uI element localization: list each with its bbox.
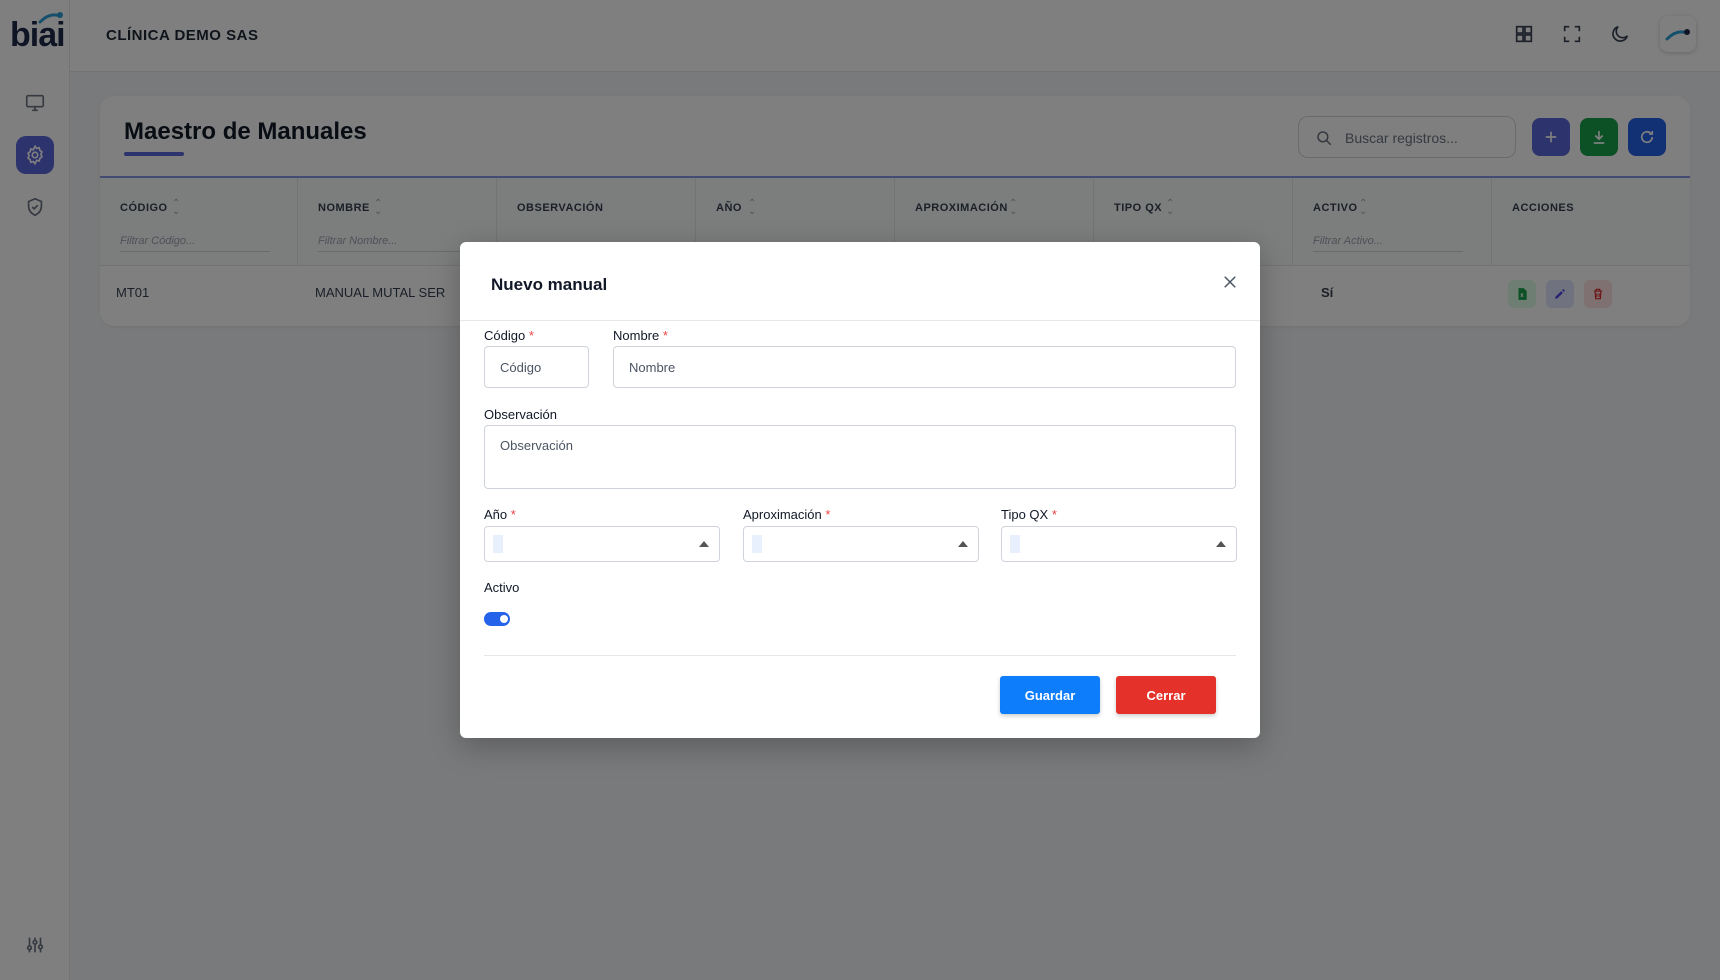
select-cursor <box>752 535 762 553</box>
nuevo-manual-dialog: Nuevo manual Código * Nombre * Observaci… <box>460 242 1260 738</box>
dialog-footer-separator <box>484 655 1236 656</box>
toggle-knob <box>500 615 508 623</box>
anio-select[interactable] <box>484 526 720 562</box>
dialog-header-separator <box>460 320 1260 321</box>
caret-up-icon[interactable] <box>1216 541 1226 547</box>
activo-toggle[interactable] <box>484 612 510 626</box>
required-mark: * <box>825 507 831 522</box>
tipo-qx-select[interactable] <box>1001 526 1237 562</box>
close-icon <box>1224 276 1236 288</box>
required-mark: * <box>528 328 534 343</box>
codigo-label: Código * <box>484 328 534 343</box>
close-dialog-button[interactable] <box>1216 268 1244 296</box>
activo-label: Activo <box>484 580 520 595</box>
aproximacion-select[interactable] <box>743 526 979 562</box>
nombre-input[interactable] <box>613 346 1236 388</box>
anio-label-text: Año <box>484 507 508 522</box>
select-cursor <box>1010 535 1020 553</box>
nombre-label-text: Nombre <box>613 328 660 343</box>
anio-label: Año * <box>484 507 516 522</box>
caret-up-icon[interactable] <box>699 541 709 547</box>
save-button[interactable]: Guardar <box>1000 676 1100 714</box>
required-mark: * <box>510 507 516 522</box>
caret-up-icon[interactable] <box>958 541 968 547</box>
required-mark: * <box>662 328 668 343</box>
observacion-textarea[interactable] <box>484 425 1236 489</box>
tipo-qx-label: Tipo QX * <box>1001 507 1057 522</box>
dialog-title: Nuevo manual <box>491 275 608 294</box>
nombre-label: Nombre * <box>613 328 668 343</box>
codigo-label-text: Código <box>484 328 526 343</box>
select-cursor <box>493 535 503 553</box>
cancel-button[interactable]: Cerrar <box>1116 676 1216 714</box>
codigo-input[interactable] <box>484 346 589 388</box>
required-mark: * <box>1051 507 1057 522</box>
aproximacion-label: Aproximación * <box>743 507 830 522</box>
aproximacion-label-text: Aproximación <box>743 507 822 522</box>
tipo-qx-label-text: Tipo QX <box>1001 507 1049 522</box>
observacion-label: Observación <box>484 407 557 422</box>
